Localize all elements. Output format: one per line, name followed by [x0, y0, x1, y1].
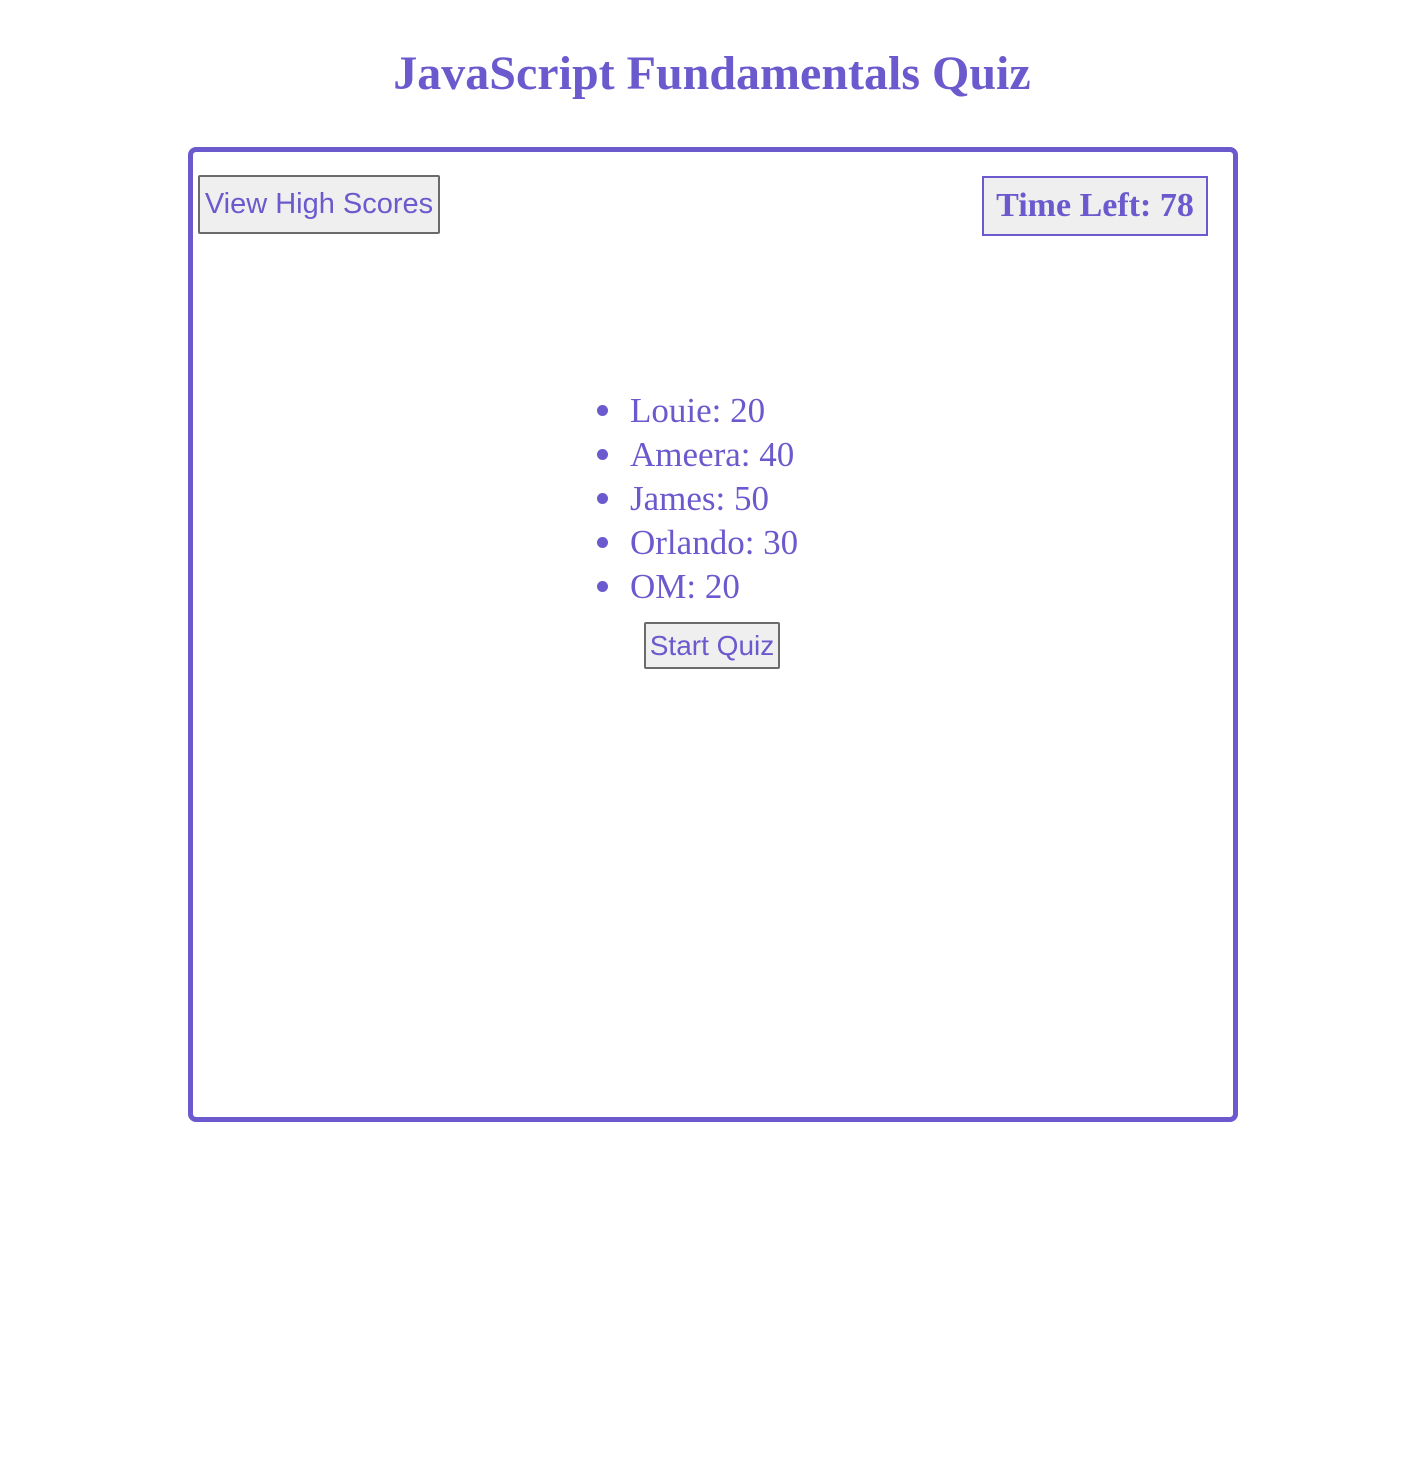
- bullet-icon: [597, 405, 608, 416]
- bullet-icon: [597, 449, 608, 460]
- score-item: Ameera: 40: [597, 433, 798, 477]
- score-item: Orlando: 30: [597, 521, 799, 565]
- high-scores-list: Louie: 20 Ameera: 40 James: 50 Orlando: …: [597, 389, 799, 609]
- quiz-card: View High Scores Time Left: 78 Louie: 20…: [188, 147, 1238, 1122]
- score-entry: James: 50: [630, 479, 770, 518]
- page-title: JavaScript Fundamentals Quiz: [393, 47, 1031, 100]
- bullet-icon: [597, 493, 608, 504]
- score-item: OM: 20: [597, 565, 798, 609]
- score-entry: Ameera: 40: [630, 435, 795, 474]
- bullet-icon: [597, 581, 608, 592]
- view-high-scores-button[interactable]: View High Scores: [198, 175, 440, 234]
- start-quiz-button[interactable]: Start Quiz: [644, 622, 780, 669]
- score-entry: OM: 20: [630, 567, 740, 606]
- score-entry: Orlando: 30: [630, 523, 799, 562]
- score-item: Louie: 20: [597, 389, 798, 433]
- time-left-display: Time Left: 78: [982, 176, 1208, 236]
- score-item: James: 50: [597, 477, 798, 521]
- score-entry: Louie: 20: [630, 391, 766, 430]
- bullet-icon: [597, 537, 608, 548]
